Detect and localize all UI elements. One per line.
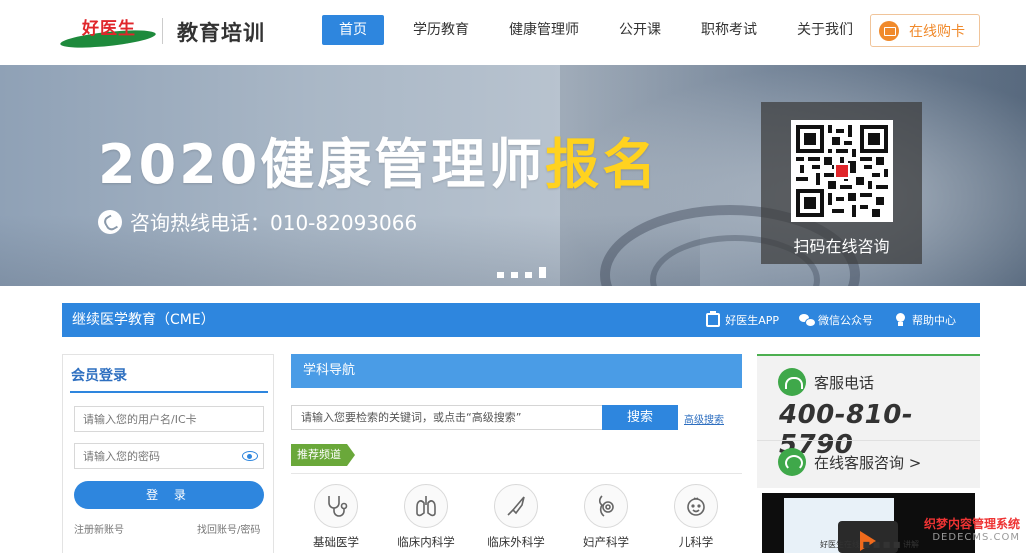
nav-item-degree-education[interactable]: 学历教育 — [402, 15, 480, 45]
category-label: 儿科学 — [678, 535, 714, 549]
qr-code-image — [791, 120, 893, 222]
username-input[interactable] — [74, 406, 264, 432]
banner-dot-2[interactable] — [511, 272, 518, 278]
buy-card-label: 在线购卡 — [909, 23, 965, 40]
help-center-label: 帮助中心 — [912, 314, 956, 327]
banner-title-highlight: 报名 — [545, 133, 660, 196]
category-label: 基础医学 — [313, 535, 359, 549]
category-label: 临床外科学 — [487, 535, 545, 549]
advanced-search-link[interactable]: 高级搜索 — [684, 411, 724, 426]
nav-item-home[interactable]: 首页 — [322, 15, 384, 45]
help-center-link[interactable]: 帮助中心 — [893, 312, 956, 328]
banner-dot-4[interactable] — [539, 267, 546, 278]
banner-title: 2020健康管理师报名 — [98, 120, 659, 199]
watermark-line-1: 织梦内容管理系统 — [923, 517, 1020, 531]
qr-code-graphic — [796, 125, 888, 217]
wechat-link[interactable]: 微信公众号 — [799, 312, 873, 328]
recommended-channel-tag: 推荐频道 — [291, 444, 355, 466]
cme-section-bar: 继续医学教育（CME） 好医生APP 微信公众号 帮助中心 — [62, 303, 980, 337]
eye-icon[interactable] — [242, 451, 258, 461]
search-button[interactable]: 搜索 — [602, 405, 678, 430]
headset-icon — [778, 448, 806, 476]
service-phone-number: 400-810-5790 — [779, 400, 914, 460]
printer-icon — [706, 311, 721, 327]
logo-text: 好医生 — [82, 19, 136, 39]
subject-navigation: 学科导航 搜索 高级搜索 推荐频道 基础医学 临床内科学 临床外科学 — [291, 354, 742, 553]
login-title-underline — [70, 391, 268, 393]
site-logo[interactable]: 好医生 — [59, 14, 160, 51]
nav-item-open-course[interactable]: 公开课 — [608, 15, 672, 45]
tag-divider — [291, 473, 742, 474]
banner-hotline: 咨询热线电话：010-82093066 — [98, 207, 417, 236]
subject-categories: 基础医学 临床内科学 临床外科学 妇产科学 儿科学 — [291, 484, 742, 550]
buy-card-button[interactable]: 在线购卡 — [870, 14, 980, 47]
banner-title-main: 2020健康管理师 — [98, 133, 546, 196]
card-icon — [879, 20, 899, 41]
category-surgery[interactable]: 临床外科学 — [471, 484, 561, 550]
keyword-search-input[interactable] — [291, 405, 602, 430]
register-link[interactable]: 注册新账号 — [74, 521, 124, 536]
recover-account-link[interactable]: 找回账号/密码 — [197, 521, 260, 536]
qr-label: 扫码在线咨询 — [793, 237, 890, 256]
app-link-label: 好医生APP — [725, 314, 779, 327]
category-pediatrics[interactable]: 儿科学 — [651, 484, 741, 550]
lightbulb-icon — [893, 313, 907, 327]
service-info: 客服电话 400-810-5790 在线客服咨询 > — [757, 354, 980, 488]
qr-consult-box: 扫码在线咨询 — [761, 102, 922, 264]
phone-icon — [98, 209, 122, 234]
member-login-panel: 会员登录 登 录 注册新账号 找回账号/密码 — [62, 354, 274, 553]
nav-item-title-exam[interactable]: 职称考试 — [690, 15, 768, 45]
lungs-icon — [404, 484, 448, 528]
wechat-icon — [799, 313, 816, 327]
password-input[interactable] — [74, 443, 264, 469]
login-button[interactable]: 登 录 — [74, 481, 264, 509]
banner-dot-3[interactable] — [525, 272, 532, 278]
telephone-icon — [778, 368, 806, 396]
watermark-line-2: DEDECMS.COM — [932, 532, 1020, 543]
category-label: 临床内科学 — [397, 535, 455, 549]
online-service-link[interactable]: 在线客服咨询 > — [814, 452, 921, 473]
banner-pagination — [497, 267, 553, 278]
app-link[interactable]: 好医生APP — [706, 311, 779, 328]
scalpel-icon — [494, 484, 538, 528]
service-divider — [757, 440, 980, 441]
service-phone-title: 客服电话 — [814, 374, 875, 392]
cme-title: 继续医学教育（CME） — [72, 312, 215, 328]
hotline-text: 咨询热线电话：010-82093066 — [130, 211, 418, 235]
wechat-link-label: 微信公众号 — [818, 314, 873, 327]
main-nav: 首页 学历教育 健康管理师 公开课 职称考试 关于我们 — [322, 15, 882, 45]
site-subtitle: 教育培训 — [177, 21, 265, 45]
site-header: 好医生 教育培训 首页 学历教育 健康管理师 公开课 职称考试 关于我们 在线购… — [0, 0, 1026, 65]
category-basic-medicine[interactable]: 基础医学 — [291, 484, 381, 550]
baby-icon — [674, 484, 718, 528]
logo-divider — [162, 18, 163, 44]
category-label: 妇产科学 — [583, 535, 629, 549]
category-obstetrics[interactable]: 妇产科学 — [561, 484, 651, 550]
nav-item-about-us[interactable]: 关于我们 — [786, 15, 864, 45]
watermark: 织梦内容管理系统 DEDECMS.COM — [904, 515, 1026, 553]
login-title: 会员登录 — [71, 368, 127, 384]
banner-dot-1[interactable] — [497, 272, 504, 278]
pregnancy-icon — [584, 484, 628, 528]
nav-item-health-manager[interactable]: 健康管理师 — [498, 15, 590, 45]
hero-banner[interactable]: 2020健康管理师报名 咨询热线电话：010-82093066 扫码在线咨询 — [0, 65, 1026, 286]
category-internal-medicine[interactable]: 临床内科学 — [381, 484, 471, 550]
subject-nav-title: 学科导航 — [291, 354, 742, 388]
stethoscope-icon — [314, 484, 358, 528]
cme-links: 好医生APP 微信公众号 帮助中心 — [686, 303, 956, 337]
